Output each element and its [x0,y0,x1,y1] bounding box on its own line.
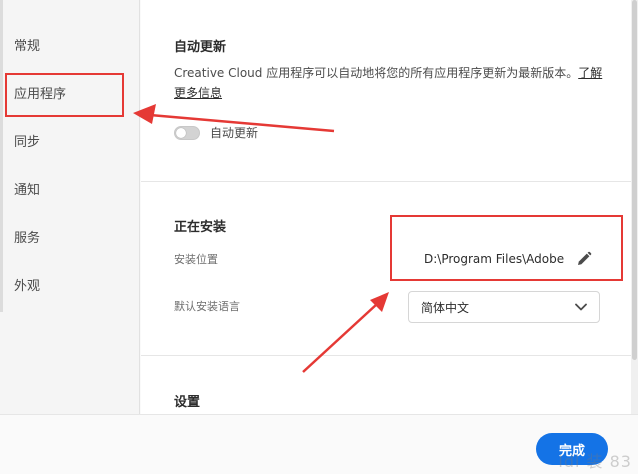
auto-update-description: Creative Cloud 应用程序可以自动地将您的所有应用程序更新为最新版本… [174,63,614,103]
sidebar-item-sync[interactable]: 同步 [14,134,40,152]
installing-title: 正在安装 [174,220,227,235]
install-language-label: 默认安装语言 [174,300,240,313]
section-divider [141,181,638,182]
scrollbar-thumb[interactable] [632,0,637,360]
section-divider-2 [141,355,638,356]
auto-update-toggle-row: 自动更新 [174,124,258,141]
install-language-value: 简体中文 [421,300,470,315]
sidebar-item-general[interactable]: 常规 [14,38,40,56]
sidebar: 常规 应用程序 同步 通知 服务 外观 [0,0,140,414]
sidebar-item-services[interactable]: 服务 [14,230,40,248]
main-panel: 自动更新 Creative Cloud 应用程序可以自动地将您的所有应用程序更新… [141,0,638,414]
install-location-label: 安装位置 [174,253,218,266]
settings-window: 常规 应用程序 同步 通知 服务 外观 自动更新 Creative Cloud … [0,0,638,474]
auto-update-toggle-label: 自动更新 [210,126,259,140]
toggle-knob [176,127,186,138]
annotation-box-apps [5,73,124,117]
auto-update-title: 自动更新 [174,40,227,55]
watermark: ldl 装 83 [558,452,632,471]
auto-update-toggle[interactable] [174,125,200,140]
settings-title: 设置 [174,395,201,410]
install-language-select[interactable]: 简体中文 [408,291,600,323]
sidebar-item-notifications[interactable]: 通知 [14,182,40,200]
chevron-down-icon [575,303,587,311]
annotation-box-location [390,215,623,281]
sidebar-item-appearance[interactable]: 外观 [14,278,40,296]
sidebar-edge [0,0,3,312]
auto-update-description-text: Creative Cloud 应用程序可以自动地将您的所有应用程序更新为最新版本… [174,66,579,80]
